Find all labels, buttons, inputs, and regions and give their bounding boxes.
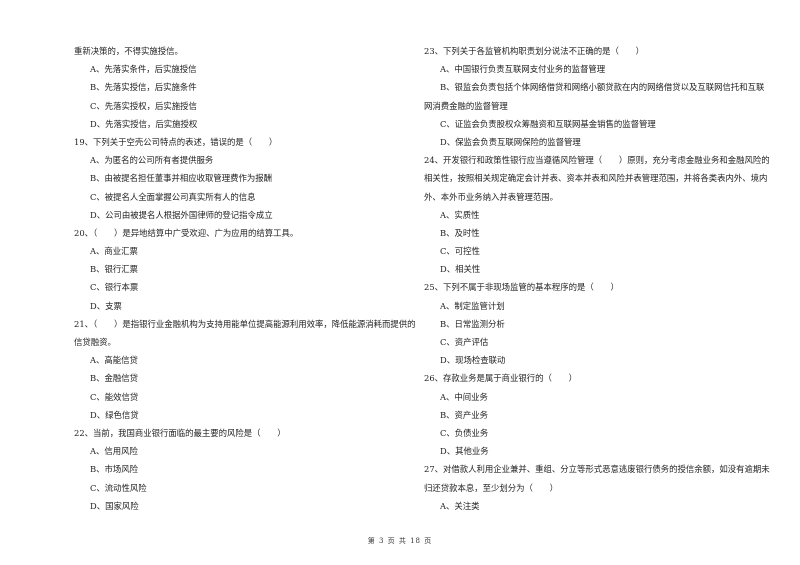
option: D、公司由被提名人根据外国律师的登记指令成立 (90, 209, 273, 220)
option: B、市场风险 (90, 464, 139, 475)
option: A、高能信贷 (90, 355, 138, 366)
option: D、先落实授信，后实施授权 (90, 118, 198, 129)
option: C、被提名人全面掌握公司真实所有人的信息 (90, 191, 256, 202)
question-27: 27、对借款人利用企业兼并、重组、分立等形式恶意逃废银行债务的授信余额，如没有逾… (424, 460, 770, 515)
right-column: 23、下列关于各监管机构职责划分说法不正确的是（ ） A、中国银行负责互联网支付… (424, 42, 770, 515)
question-26: 26、存款业务是属于商业银行的（ ） A、中间业务 B、资产业务 C、负债业务 … (424, 369, 766, 460)
option: B、金融信贷 (90, 373, 139, 384)
option: B、银监会负责包括个体网络借贷和网络小额贷款在内的网络借贷以及互联网信托和互联 (440, 82, 765, 93)
option: A、关注类 (440, 500, 480, 511)
question-stem: 23、下列关于各监管机构职责划分说法不正确的是（ ） (424, 46, 645, 56)
question-20: 20、（ ）是异地结算中广受欢迎、广为应用的结算工具。 A、商业汇票 B、银行汇… (74, 224, 414, 315)
option: C、负债业务 (440, 427, 489, 438)
option: D、绿色信贷 (90, 409, 139, 420)
option: A、信用风险 (90, 446, 138, 457)
question-23: 23、下列关于各监管机构职责划分说法不正确的是（ ） A、中国银行负责互联网支付… (424, 42, 766, 151)
option-continued: 网消费金融的监督管理 (424, 100, 508, 111)
option: A、制定监管计划 (440, 300, 505, 311)
option: B、日常监测分析 (440, 318, 505, 329)
option: A、中间业务 (440, 391, 488, 402)
question-19: 19、下列关于空壳公司特点的表述，错误的是（ ） A、为匿名的公司所有者提供服务… (74, 133, 414, 224)
option: B、银行汇票 (90, 264, 139, 275)
option: C、能效信贷 (90, 391, 139, 402)
option: C、银行本票 (90, 282, 139, 293)
question-stem-continued: 外、本外币业务纳入并表管理范围。 (424, 191, 558, 202)
question-stem: 24、开发银行和政策性银行应当遵循风险管理（ ）原则，充分考虑金融业务和金融风险… (424, 155, 770, 166)
option: A、实质性 (440, 209, 480, 220)
option: C、证监会负责股权众筹融资和互联网基金销售的监督管理 (440, 118, 656, 129)
question-stem-continued: 相关性，按照相关规定确定会计并表、资本并表和风险并表管理范围，并将各类表内外、境… (424, 173, 768, 184)
option: A、为匿名的公司所有者提供服务 (90, 155, 214, 166)
option: D、保监会负责互联网保险的监督管理 (440, 136, 581, 147)
question-stem-continued: 归还贷款本息，至少划分为（ ） (424, 482, 558, 493)
option: B、及时性 (440, 227, 480, 238)
option: B、先落实授信，后实施条件 (90, 82, 197, 93)
question-25: 25、下列不属于非现场监管的基本程序的是（ ） A、制定监管计划 B、日常监测分… (424, 278, 766, 369)
question-stem: 26、存款业务是属于商业银行的（ ） (424, 373, 578, 384)
question-stem: 22、当前，我国商业银行面临的最主要的风险是（ ） (74, 427, 286, 438)
option: C、可控性 (440, 246, 480, 257)
option: D、相关性 (440, 264, 481, 275)
option: A、中国银行负责互联网支付业务的监督管理 (440, 64, 606, 75)
option: C、流动性风险 (90, 482, 147, 493)
question-stem: 27、对借款人利用企业兼并、重组、分立等形式恶意逃废银行债务的授信余额，如没有逾… (424, 464, 770, 475)
option: C、资产评估 (440, 337, 489, 347)
continuation-text: 重新决策的，不得实施授信。 (74, 46, 183, 56)
option: D、国家风险 (90, 500, 139, 511)
option: D、现场检查联动 (440, 355, 506, 366)
option: D、其他业务 (440, 446, 489, 457)
option: A、商业汇票 (90, 246, 138, 257)
question-stem: 19、下列关于空壳公司特点的表述，错误的是（ ） (74, 136, 278, 147)
question-24: 24、开发银行和政策性银行应当遵循风险管理（ ）原则，充分考虑金融业务和金融风险… (424, 151, 770, 278)
question-22: 22、当前，我国商业银行面临的最主要的风险是（ ） A、信用风险 B、市场风险 … (74, 424, 414, 515)
left-column: 重新决策的，不得实施授信。 A、先落实条件，后实施授信 B、先落实授信，后实施条… (74, 42, 416, 515)
option: D、支票 (90, 300, 122, 311)
option: A、先落实条件，后实施授信 (90, 64, 197, 75)
option: B、由被提名担任董事并相应收取管理费作为报酬 (90, 173, 273, 184)
question-stem-continued: 信贷融资。 (74, 337, 116, 347)
question-21: 21、（ ）是指银行业金融机构为支持用能单位提高能源利用效率，降低能源消耗而提供… (74, 315, 416, 424)
question-stem: 20、（ ）是异地结算中广受欢迎、广为应用的结算工具。 (74, 227, 299, 238)
page-number: 第 3 页 共 18 页 (367, 537, 433, 545)
option: C、先落实授权，后实施授信 (90, 100, 197, 111)
question-stem: 21、（ ）是指银行业金融机构为支持用能单位提高能源利用效率，降低能源消耗而提供… (74, 318, 416, 329)
option: B、资产业务 (440, 409, 489, 420)
question-stem: 25、下列不属于非现场监管的基本程序的是（ ） (424, 282, 619, 293)
